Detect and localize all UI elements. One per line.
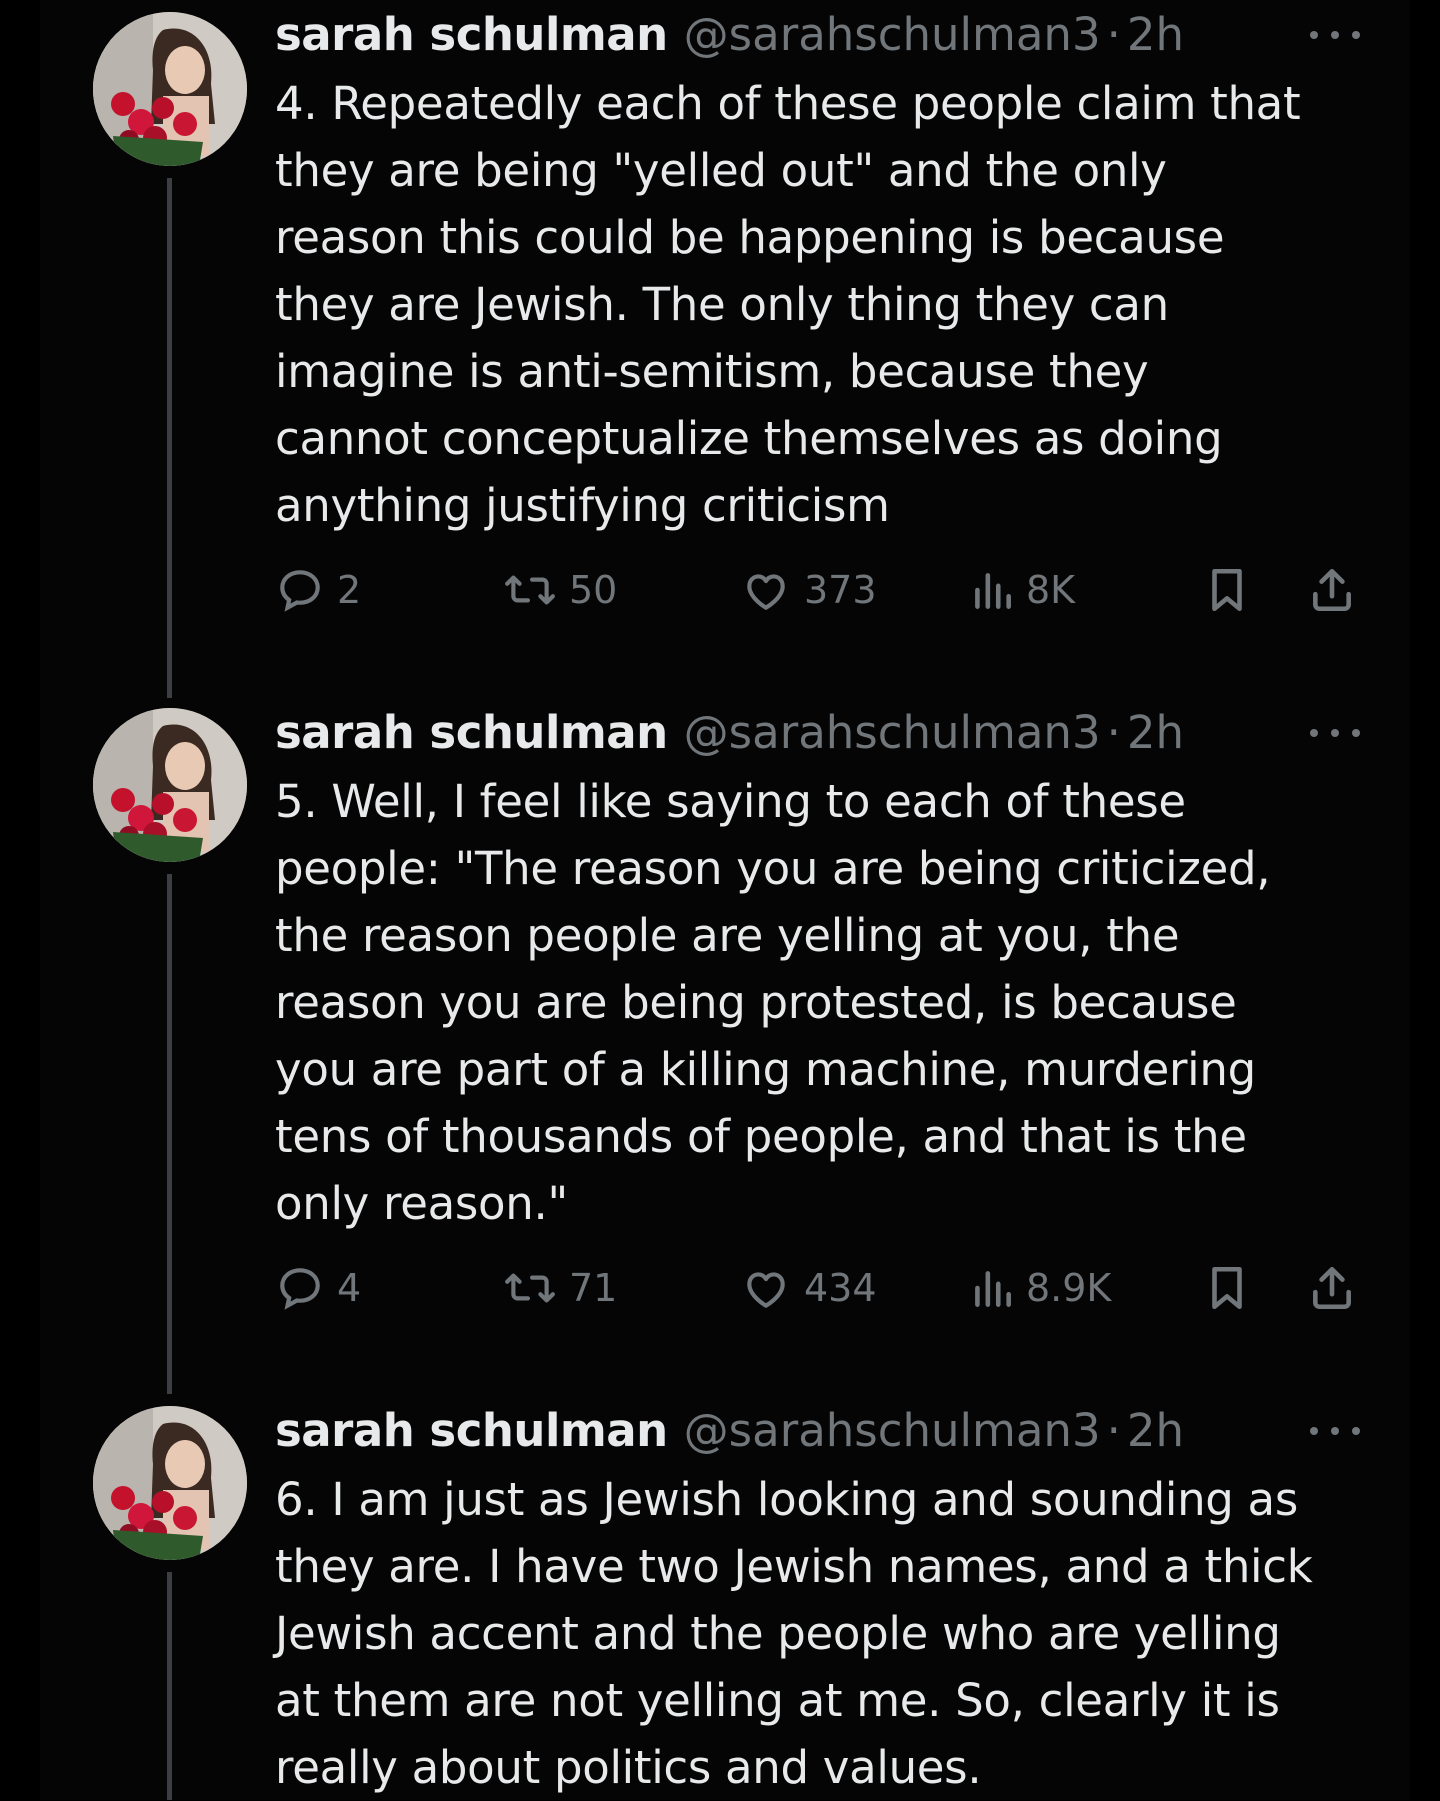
views-button[interactable]: 8.9K: [970, 1258, 1111, 1318]
views-icon: [975, 573, 1011, 609]
repost-button[interactable]: 71: [503, 1258, 617, 1318]
like-count: 373: [804, 568, 877, 612]
reply-button[interactable]: 2: [275, 560, 361, 620]
avatar[interactable]: [93, 12, 247, 166]
repost-button[interactable]: 50: [503, 560, 617, 620]
repost-icon: [505, 575, 555, 605]
views-icon: [975, 1271, 1011, 1307]
display-name[interactable]: sarah schulman: [275, 1400, 668, 1462]
user-handle[interactable]: @sarahschulman3: [684, 4, 1101, 66]
more-icon[interactable]: [1310, 20, 1360, 50]
like-icon: [747, 574, 785, 610]
user-handle[interactable]: @sarahschulman3: [684, 702, 1101, 764]
reply-icon: [280, 1268, 320, 1310]
views-count: 8K: [1026, 568, 1076, 612]
separator-dot: ·: [1106, 8, 1121, 61]
reply-icon: [280, 570, 320, 612]
bookmark-icon: [1212, 568, 1242, 612]
display-name[interactable]: sarah schulman: [275, 4, 668, 66]
tweet-header: sarah schulman @sarahschulman3 · 2h: [275, 702, 1184, 764]
views-count: 8.9K: [1026, 1266, 1112, 1310]
share-button[interactable]: [1305, 1258, 1359, 1318]
tweet-header: sarah schulman @sarahschulman3 · 2h: [275, 1400, 1184, 1462]
tweet-text: 5. Well, I feel like saying to each of t…: [275, 775, 1271, 1230]
repost-count: 50: [569, 568, 618, 612]
action-bar: 2 50 373 8K: [275, 560, 1385, 620]
more-icon[interactable]: [1310, 718, 1360, 748]
thread-line: [167, 178, 172, 698]
timestamp[interactable]: 2h: [1127, 702, 1184, 764]
share-icon: [1313, 568, 1351, 612]
bookmark-button[interactable]: [1200, 1258, 1254, 1318]
thread-line: [167, 1572, 172, 1800]
avatar[interactable]: [93, 1406, 247, 1560]
display-name[interactable]: sarah schulman: [275, 702, 668, 764]
views-button[interactable]: 8K: [970, 560, 1075, 620]
avatar[interactable]: [93, 708, 247, 862]
timestamp[interactable]: 2h: [1127, 4, 1184, 66]
bookmark-button[interactable]: [1200, 560, 1254, 620]
separator-dot: ·: [1106, 1404, 1121, 1457]
share-icon: [1313, 1266, 1351, 1310]
tweet-text: 6. I am just as Jewish looking and sound…: [275, 1473, 1313, 1794]
more-icon[interactable]: [1310, 1416, 1360, 1446]
like-count: 434: [804, 1266, 877, 1310]
share-button[interactable]: [1305, 560, 1359, 620]
like-button[interactable]: 373: [740, 560, 877, 620]
reply-count: 2: [337, 568, 362, 612]
action-bar: 4 71 434 8.9K: [275, 1258, 1385, 1318]
repost-icon: [505, 1273, 555, 1303]
separator-dot: ·: [1106, 706, 1121, 759]
tweet-text: 4. Repeatedly each of these people claim…: [275, 77, 1301, 532]
user-handle[interactable]: @sarahschulman3: [684, 1400, 1101, 1462]
reply-count: 4: [337, 1266, 362, 1310]
like-button[interactable]: 434: [740, 1258, 877, 1318]
thread-line: [167, 874, 172, 1394]
bookmark-icon: [1212, 1266, 1242, 1310]
like-icon: [747, 1272, 785, 1308]
reply-button[interactable]: 4: [275, 1258, 361, 1318]
timestamp[interactable]: 2h: [1127, 1400, 1184, 1462]
repost-count: 71: [569, 1266, 618, 1310]
tweet-header: sarah schulman @sarahschulman3 · 2h: [275, 4, 1184, 66]
